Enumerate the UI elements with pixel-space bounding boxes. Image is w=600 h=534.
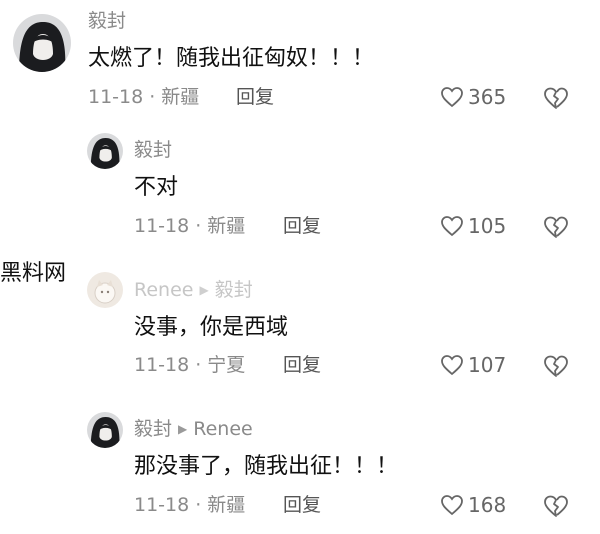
comment-location: 宁夏 [207,354,246,376]
reply-to-user[interactable]: 毅封 [215,279,253,301]
avatar[interactable] [87,412,123,448]
comment-text: 那没事了，随我出征！！！ [134,454,399,479]
reply-button[interactable]: 回复 [283,356,321,375]
comment-text: 太燃了！随我出征匈奴！！！ [88,46,375,71]
like-button[interactable]: 168 [440,494,506,516]
username[interactable]: 毅封 [134,141,172,160]
username-label: 毅封 [134,418,173,440]
meta-separator: · [195,215,202,237]
username-label: 毅封 [134,139,173,161]
username[interactable]: 毅封 [88,12,126,31]
username[interactable]: 毅封 ▶ Renee [134,420,253,439]
reply-item: 毅封 ▶ Renee 那没事了，随我出征！！！ 11-18 · 新疆 回复 168 [0,395,600,534]
comment-location: 新疆 [207,215,246,237]
reply-button[interactable]: 回复 [236,88,274,107]
like-count: 168 [468,493,507,517]
reply-arrow-icon: ▶ [199,283,209,297]
comment-meta: 11-18 · 新疆 [134,496,245,515]
meta-separator: · [149,86,156,108]
comment-location: 新疆 [207,494,246,516]
comment-meta: 11-18 · 新疆 [134,217,245,236]
comment-date: 11-18 [134,215,190,237]
reply-item: Renee ▶ 毅封 没事，你是西域 11-18 · 宁夏 回复 107 [0,255,600,395]
comment-date: 11-18 [88,86,144,108]
avatar[interactable] [87,133,123,169]
meta-separator: · [195,494,202,516]
like-count: 105 [468,214,507,238]
reply-item: 毅封 不对 11-18 · 新疆 回复 105 [0,125,600,255]
comment-meta: 11-18 · 宁夏 [134,356,245,375]
username[interactable]: Renee ▶ 毅封 [134,281,253,300]
comment-location: 新疆 [161,86,200,108]
avatar[interactable] [87,272,123,308]
like-count: 365 [468,85,507,109]
heart-outline-icon [441,87,463,108]
like-button[interactable]: 105 [440,215,506,237]
avatar[interactable] [13,14,71,72]
comment-text: 不对 [134,175,179,200]
like-button[interactable]: 107 [440,354,506,376]
username-label: 毅封 [88,10,127,32]
comment-text: 没事，你是西域 [134,315,289,340]
comment-meta: 11-18 · 新疆 [88,88,199,107]
comment-date: 11-18 [134,354,190,376]
reply-button[interactable]: 回复 [283,496,321,515]
heart-outline-icon [441,355,463,376]
reply-button[interactable]: 回复 [283,217,321,236]
heart-outline-icon [441,216,463,237]
broken-heart-icon[interactable] [543,86,569,110]
broken-heart-icon[interactable] [543,215,569,239]
like-button[interactable]: 365 [440,86,506,108]
comment-item: 毅封 太燃了！随我出征匈奴！！！ 11-18 · 新疆 回复 365 [0,0,600,125]
username-label: Renee [134,279,194,301]
heart-outline-icon [441,495,463,516]
reply-arrow-icon: ▶ [178,422,188,436]
reply-to-user[interactable]: Renee [193,418,252,440]
broken-heart-icon[interactable] [543,354,569,378]
broken-heart-icon[interactable] [543,494,569,518]
like-count: 107 [468,353,507,377]
meta-separator: · [195,354,202,376]
comment-date: 11-18 [134,494,190,516]
